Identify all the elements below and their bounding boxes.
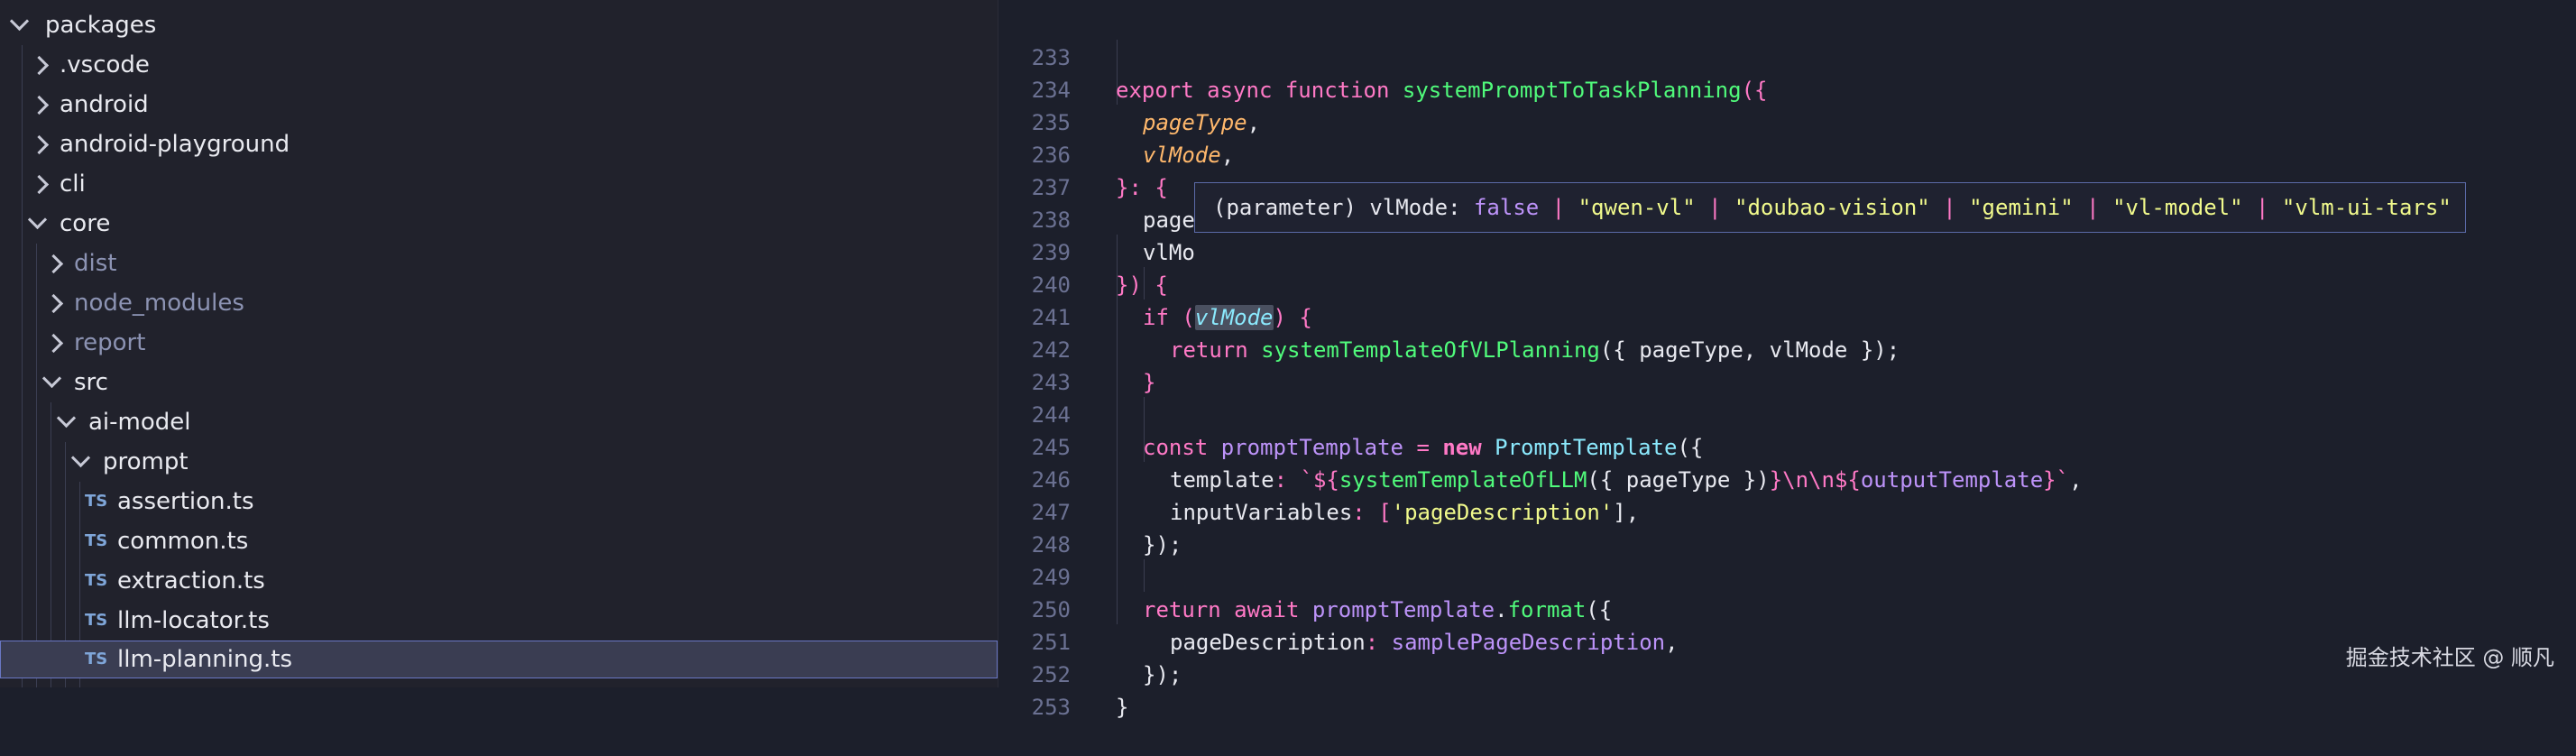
hover-tooltip: (parameter) vlMode: false | "qwen-vl" | … — [1194, 182, 2466, 233]
code-line: 243 — [998, 334, 2576, 395]
tree-folder-vscode[interactable]: .vscode — [0, 47, 998, 83]
tooltip-type: "gemini" — [1969, 195, 2074, 220]
tree-label: cli — [60, 171, 86, 198]
code-line: 245 template: `${systemTemplateOfLLM({ p… — [998, 399, 2576, 493]
tree-label: .vscode — [60, 51, 150, 78]
tree-label: android — [60, 91, 149, 118]
chevron-right-icon — [29, 174, 50, 195]
tree-folder-cli[interactable]: cli — [0, 166, 998, 202]
code-line: 246 inputVariables: ['pageDescription'], — [998, 431, 2576, 525]
tree-label: assertion.ts — [117, 488, 254, 515]
tree-folder-core[interactable]: core — [0, 206, 998, 242]
tree-folder-android-playground[interactable]: android-playground — [0, 126, 998, 162]
code-line: 240 if (vlMode) { — [998, 236, 2576, 330]
chevron-right-icon — [29, 55, 50, 76]
code-editor[interactable]: 233 export async function systemPromptTo… — [998, 0, 2576, 720]
typescript-file-icon: TS — [85, 650, 108, 668]
typescript-file-icon: TS — [85, 531, 108, 550]
code-line: 253 — [998, 659, 2576, 720]
watermark: 掘金技术社区 @ 顺凡 — [2345, 645, 2554, 670]
chevron-right-icon — [29, 95, 50, 115]
typescript-file-icon: TS — [85, 492, 108, 511]
tree-folder-dist[interactable]: dist — [0, 245, 998, 281]
tree-file-assertion[interactable]: TS assertion.ts — [0, 484, 998, 520]
chevron-right-icon — [43, 293, 64, 314]
tree-folder-android[interactable]: android — [0, 87, 998, 123]
tooltip-separator: | — [2242, 195, 2282, 220]
tree-label: extraction.ts — [117, 567, 265, 595]
tooltip-type: "vlm-ui-tars" — [2281, 195, 2452, 220]
code-line: 251 }); — [998, 594, 2576, 687]
tree-label: src — [74, 369, 108, 396]
code-token: } — [1116, 695, 1129, 720]
chevron-right-icon — [29, 134, 50, 155]
tree-file-extraction[interactable]: TS extraction.ts — [0, 563, 998, 599]
tree-file-common[interactable]: TS common.ts — [0, 523, 998, 559]
code-line: 235 vlMode, — [998, 74, 2576, 168]
tree-file-llm-planning[interactable]: TS llm-planning.ts — [0, 641, 998, 678]
tree-folder-packages[interactable]: packages — [0, 7, 998, 43]
tree-label: common.ts — [117, 528, 249, 555]
code-line: 241 return systemTemplateOfVLPlanning({ … — [998, 269, 2576, 363]
tree-folder-node-modules[interactable]: node_modules — [0, 285, 998, 321]
tooltip-type: false — [1473, 195, 1540, 220]
tooltip-separator: | — [1695, 195, 1734, 220]
code-line: 248 — [998, 496, 2576, 558]
tree-label: report — [74, 329, 146, 356]
tree-label: packages — [45, 12, 157, 39]
chevron-down-icon — [27, 209, 48, 230]
tree-label: llm-locator.ts — [117, 607, 270, 634]
chevron-right-icon — [43, 254, 64, 274]
tree-label: node_modules — [74, 290, 244, 317]
code-line: 234 pageType, — [998, 41, 2576, 135]
code-line: 249 return await promptTemplate.format({ — [998, 529, 2576, 622]
chevron-right-icon — [43, 333, 64, 354]
tooltip-separator: | — [1929, 195, 1970, 220]
tree-label: core — [60, 210, 111, 237]
code-line: 244 const promptTemplate = new PromptTem… — [998, 366, 2576, 460]
tooltip-type: "vl-model" — [2112, 195, 2243, 220]
tooltip-separator: | — [1539, 195, 1578, 220]
code-line: 250 pageDescription: samplePageDescripti… — [998, 561, 2576, 655]
tree-label: llm-planning.ts — [117, 646, 292, 673]
tree-label: android-playground — [60, 131, 290, 158]
tree-label: prompt — [103, 448, 189, 475]
tree-label: dist — [74, 250, 117, 277]
chevron-down-icon — [9, 11, 30, 32]
line-number: 253 — [1031, 695, 1071, 720]
chevron-down-icon — [56, 408, 77, 429]
typescript-file-icon: TS — [85, 611, 108, 630]
typescript-file-icon: TS — [85, 571, 108, 590]
code-line: 247 }); — [998, 464, 2576, 558]
tree-folder-report[interactable]: report — [0, 325, 998, 361]
code-line: 233 export async function systemPromptTo… — [998, 9, 2576, 103]
chevron-down-icon — [70, 447, 91, 468]
code-line: 242 } — [998, 301, 2576, 395]
tooltip-type: "doubao-vision" — [1734, 195, 1930, 220]
tooltip-separator: | — [2073, 195, 2113, 220]
tree-folder-ai-model[interactable]: ai-model — [0, 404, 998, 440]
code-line: 237 pageType: PageType; — [998, 139, 2576, 233]
tree-folder-src[interactable]: src — [0, 364, 998, 401]
file-explorer: packages .vscode android android-playgro… — [0, 0, 998, 687]
tree-file-llm-locator[interactable]: TS llm-locator.ts — [0, 603, 998, 639]
chevron-down-icon — [41, 368, 62, 389]
tree-folder-prompt[interactable]: prompt — [0, 444, 998, 480]
code-line: 252 } — [998, 626, 2576, 720]
tooltip-prefix: (parameter) vlMode: — [1213, 195, 1474, 220]
tree-label: ai-model — [88, 409, 191, 436]
code-line: 236 }: { — [998, 106, 2576, 200]
tooltip-type: "qwen-vl" — [1578, 195, 1696, 220]
